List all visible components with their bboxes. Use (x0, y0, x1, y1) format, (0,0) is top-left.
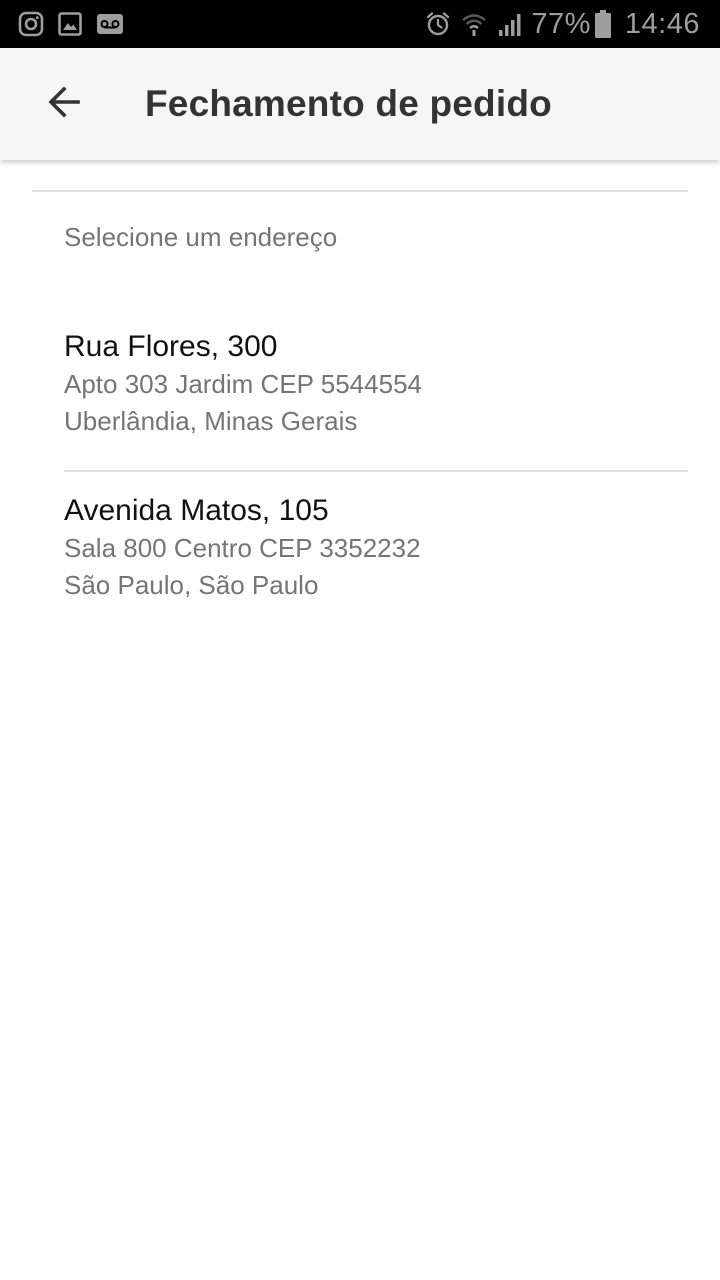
address-city: Uberlândia, Minas Gerais (64, 406, 358, 436)
clock: 14:46 (624, 7, 700, 40)
address-city: São Paulo, São Paulo (64, 570, 319, 600)
address-street: Avenida Matos, 105 (64, 494, 329, 527)
battery-icon (594, 10, 611, 38)
app-bar: Fechamento de pedido (0, 48, 720, 160)
gallery-icon (58, 12, 82, 36)
divider (64, 470, 688, 472)
status-bar-right: 77% 14:46 (415, 8, 700, 41)
address-details: Apto 303 Jardim CEP 5544554 (64, 369, 422, 399)
voicemail-icon (96, 13, 124, 35)
instagram-icon (18, 11, 44, 37)
divider (32, 190, 688, 192)
signal-icon (497, 11, 523, 37)
section-label: Selecione um endereço (64, 222, 338, 252)
address-item[interactable]: Avenida Matos, 105 Sala 800 Centro CEP 3… (64, 492, 688, 604)
address-item[interactable]: Rua Flores, 300 Apto 303 Jardim CEP 5544… (64, 328, 688, 440)
status-bar-left (18, 11, 138, 37)
status-bar: 77% 14:46 (0, 0, 720, 48)
address-details: Sala 800 Centro CEP 3352232 (64, 533, 421, 563)
address-street: Rua Flores, 300 (64, 330, 278, 363)
alarm-icon (425, 11, 451, 37)
battery-percent: 77% (531, 7, 591, 40)
wifi-icon (461, 11, 487, 37)
arrow-back-icon (47, 85, 81, 124)
back-button[interactable] (32, 72, 96, 136)
page-title: Fechamento de pedido (145, 83, 552, 124)
